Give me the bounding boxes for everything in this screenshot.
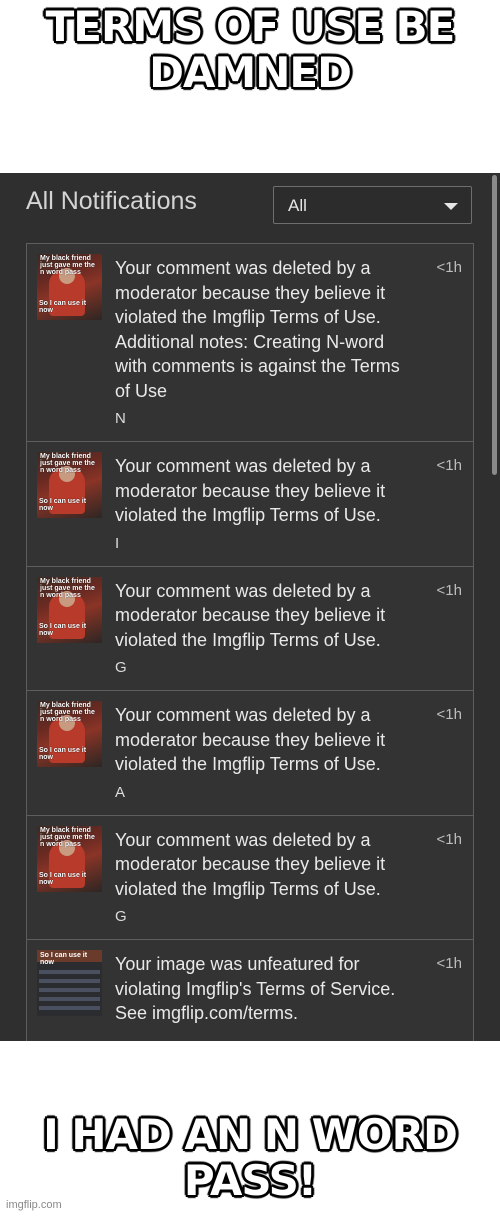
image-thumbnail[interactable]: So I can use it now [37,950,102,1016]
comment-snippet[interactable]: A [115,777,473,815]
notification-time: <1h [436,955,462,972]
thumbnail-row [39,979,100,983]
thumbnail-bottom-caption: So I can use it now [39,871,87,886]
thumbnail-row [39,997,100,1001]
thumbnail-top-caption: My black friend just gave me the n word … [40,453,95,474]
chevron-down-icon [444,203,458,210]
notification-item[interactable]: My black friend just gave me the n word … [26,814,474,940]
notification-message: Your image was unfeatured for violating … [115,954,396,1023]
notification-time: <1h [436,457,462,474]
notification-item[interactable]: So I can use it now Your image was unfea… [26,939,474,1041]
thumbnail-row [39,970,100,974]
notifications-screenshot: All Notifications All My black friend ju… [0,173,500,1041]
scrollbar[interactable] [492,175,497,475]
notification-message: Your comment was deleted by a moderator … [115,580,386,650]
notification-message: Your comment was deleted by a moderator … [115,829,386,899]
filter-selected-value: All [288,196,307,215]
thumbnail-top-caption: So I can use it now [40,952,88,966]
comment-snippet[interactable]: N [115,403,473,441]
thumbnail-bottom-caption: So I can use it now [39,747,87,761]
notification-item[interactable]: My black friend just gave me the n word … [26,441,474,567]
notification-list: My black friend just gave me the n word … [26,243,474,1041]
thumbnail-bottom-caption: So I can use it now [39,498,87,512]
notification-time: <1h [436,259,462,276]
notification-time: <1h [436,581,462,599]
thumbnail-top-caption: My black friend just gave me the n word … [40,702,95,723]
thumbnail-top-caption: My black friend just gave me the n word … [40,577,95,599]
notification-message: Your comment was deleted by a moderator … [115,456,386,525]
comment-snippet[interactable]: I [115,528,473,566]
meme-bottom-caption: I HAD AN N WORD PASS! [43,1110,458,1205]
page-title: All Notifications [26,187,197,215]
meme-thumbnail[interactable]: My black friend just gave me the n word … [37,452,102,518]
comment-snippet [115,1026,473,1042]
meme-top-caption: TERMS OF USE BE DAMNED [45,2,456,97]
notification-message: Your comment was deleted by a moderator … [115,705,386,774]
meme-thumbnail[interactable]: My black friend just gave me the n word … [37,254,102,320]
notification-item[interactable]: My black friend just gave me the n word … [26,243,474,442]
meme-thumbnail[interactable]: My black friend just gave me the n word … [37,825,102,892]
meme-thumbnail[interactable]: My black friend just gave me the n word … [37,701,102,767]
thumbnail-bottom-caption: So I can use it now [39,300,87,314]
notification-time: <1h [436,706,462,723]
notification-item[interactable]: My black friend just gave me the n word … [26,565,474,691]
comment-snippet[interactable]: G [115,652,473,690]
notification-message: Your comment was deleted by a moderator … [115,258,400,401]
comment-snippet[interactable]: G [115,901,473,939]
thumbnail-bottom-caption: So I can use it now [39,622,87,637]
thumbnail-top-caption: My black friend just gave me the n word … [40,826,95,848]
meme-thumbnail[interactable]: My black friend just gave me the n word … [37,576,102,643]
notification-item[interactable]: My black friend just gave me the n word … [26,690,474,816]
thumbnail-row [39,1006,100,1010]
notification-filter-select[interactable]: All [273,186,472,224]
imgflip-watermark: imgflip.com [6,1199,62,1211]
thumbnail-top-caption: My black friend just gave me the n word … [40,255,95,276]
thumbnail-row [39,988,100,992]
notification-time: <1h [436,830,462,848]
